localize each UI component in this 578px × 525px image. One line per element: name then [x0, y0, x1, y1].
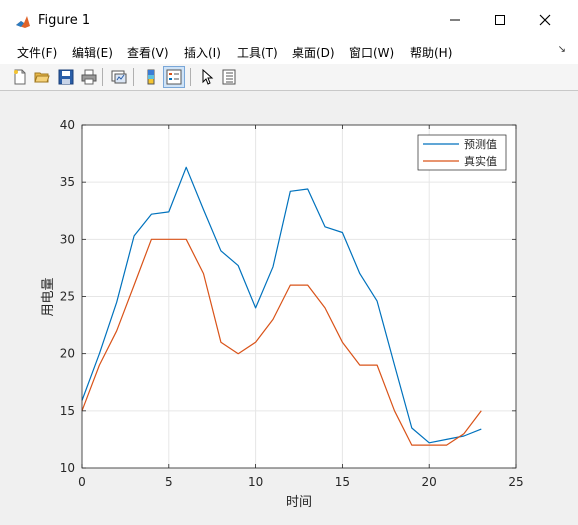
y-tick-label: 20	[60, 347, 75, 361]
legend-label-series2: 真实值	[464, 154, 497, 168]
x-tick-label: 15	[335, 475, 350, 489]
colorbar-icon	[147, 69, 155, 85]
menu-view[interactable]: 查看(V)	[127, 44, 169, 61]
legend-label-series1: 预测值	[464, 138, 497, 151]
window-title: Figure 1	[38, 13, 91, 28]
toolbar-separator	[190, 68, 191, 86]
x-tick-label: 0	[78, 475, 86, 489]
print-icon	[81, 69, 97, 85]
toolbar	[0, 64, 578, 91]
dock-arrow-icon[interactable]: ↘	[558, 44, 566, 55]
maximize-icon	[495, 15, 505, 25]
menu-insert[interactable]: 插入(I)	[184, 44, 221, 61]
x-tick-label: 10	[248, 475, 263, 489]
menu-bar: 文件(F) 编辑(E) 查看(V) 插入(I) 工具(T) 桌面(D) 窗口(W…	[0, 40, 578, 64]
y-tick-label: 25	[60, 290, 75, 304]
menu-edit[interactable]: 编辑(E)	[72, 44, 113, 61]
link-plot-icon	[111, 70, 127, 84]
close-button[interactable]	[522, 0, 568, 40]
close-icon	[539, 14, 551, 26]
menu-tools[interactable]: 工具(T)	[237, 44, 278, 61]
minimize-icon	[450, 19, 460, 21]
colorbar-button[interactable]	[141, 67, 161, 87]
save-icon	[58, 69, 74, 85]
open-file-button[interactable]	[32, 67, 52, 87]
legend-button[interactable]	[163, 66, 185, 88]
property-inspector-icon	[222, 69, 236, 85]
open-file-icon	[34, 72, 50, 83]
toolbar-separator	[133, 68, 134, 86]
legend-icon	[166, 69, 182, 85]
y-axis-label: 用电量	[41, 277, 56, 316]
y-tick-label: 10	[60, 461, 75, 475]
x-tick-label: 25	[508, 475, 523, 489]
y-tick-label: 15	[60, 404, 75, 418]
y-tick-label: 30	[60, 232, 75, 246]
x-tick-label: 20	[422, 475, 437, 489]
title-bar: Figure 1	[0, 0, 578, 40]
edit-plot-button[interactable]	[197, 67, 217, 87]
legend[interactable]: 预测值 真实值	[417, 134, 507, 171]
save-button[interactable]	[56, 67, 76, 87]
y-tick-label: 40	[60, 118, 75, 132]
x-tick-label: 5	[165, 475, 173, 489]
print-button[interactable]	[79, 67, 99, 87]
link-plot-button[interactable]	[109, 67, 129, 87]
edit-plot-arrow-icon	[202, 69, 214, 85]
y-tick-label: 35	[60, 175, 75, 189]
x-axis-label: 时间	[286, 495, 312, 510]
maximize-button[interactable]	[477, 0, 523, 40]
line-chart[interactable]: 0 5 10 15 20 25 10 15 20 25 30 35 40 时间 用电量 预测值 真实值	[0, 91, 578, 521]
menu-window[interactable]: 窗口(W)	[349, 44, 394, 61]
toolbar-separator	[102, 68, 103, 86]
matlab-logo-icon	[15, 14, 31, 30]
new-figure-icon	[14, 69, 26, 85]
figure-canvas: 0 5 10 15 20 25 10 15 20 25 30 35 40 时间 用电量 预测值 真实值	[0, 91, 578, 521]
property-inspector-button[interactable]	[219, 67, 239, 87]
menu-help[interactable]: 帮助(H)	[410, 44, 452, 61]
new-figure-button[interactable]	[10, 67, 30, 87]
menu-file[interactable]: 文件(F)	[17, 44, 57, 61]
minimize-button[interactable]	[432, 0, 478, 40]
menu-desktop[interactable]: 桌面(D)	[292, 44, 335, 61]
